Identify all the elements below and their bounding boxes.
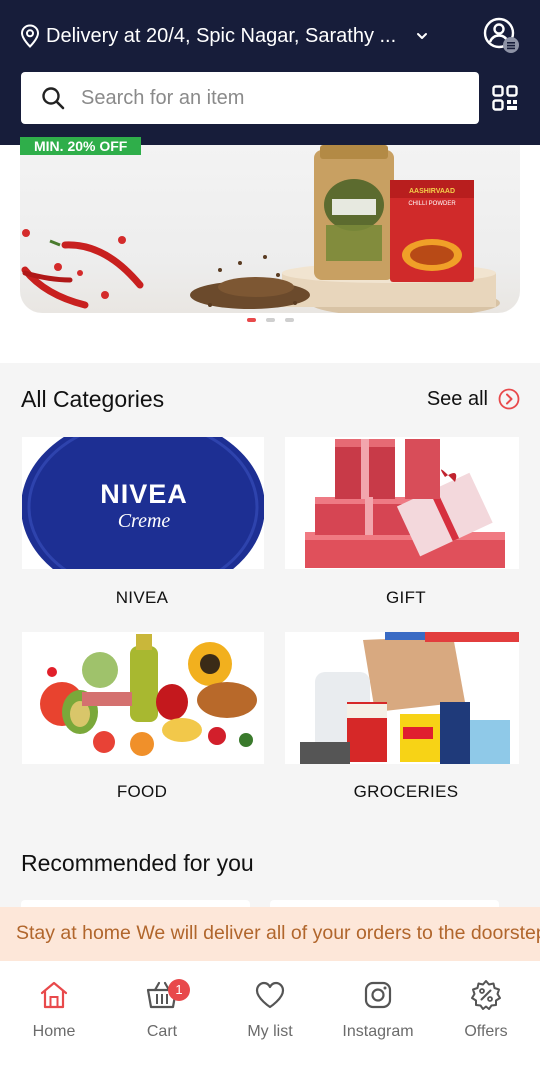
heart-icon [255,981,285,1009]
nav-item-home[interactable]: Home [0,961,108,1066]
promo-banner[interactable]: AASHIRVAAD CHILLI POWDER [20,145,520,313]
product-brand-text: AASHIRVAAD [409,188,455,195]
location-text: Delivery at 20/4, Spic Nagar, Sarathy ..… [46,24,397,47]
nav-label: Cart [146,1023,178,1040]
nav-label: Offers [464,1023,508,1040]
offer-tag: MIN. 20% OFF [20,137,142,155]
cart-badge: 1 [168,979,190,1001]
recommended-title: Recommended for you [21,850,254,876]
qr-scan-icon[interactable] [492,85,518,111]
search-icon [42,87,65,110]
instagram-icon [364,981,392,1009]
nivea-logo-text: NIVEA [100,479,188,509]
category-tile-groceries[interactable] [285,632,519,764]
category-label: GROCERIES [353,782,459,801]
categories-header: All Categories See all [21,382,520,416]
food-image [22,632,264,764]
nav-label: Instagram [342,1023,414,1040]
category-label: NIVEA [115,588,169,607]
carousel-dot[interactable] [265,318,275,322]
location-pin-icon [20,24,40,48]
bottom-navigation: Home 1 Cart My list Instagram Offers [0,961,540,1066]
promo-banner-section: AASHIRVAAD CHILLI POWDER MIN. 20% OFF [0,137,540,363]
search-bar[interactable] [21,72,479,124]
nav-item-instagram[interactable]: Instagram [324,961,432,1066]
nav-label: Home [32,1023,76,1040]
category-tile-food[interactable] [22,632,264,764]
groceries-image [285,632,519,764]
categories-title: All Categories [21,385,165,412]
see-all-label: See all [426,387,488,410]
chevron-down-icon[interactable] [414,28,430,44]
category-tile-nivea[interactable]: NIVEA Creme [22,437,264,569]
product-name-text: CHILLI POWDER [408,201,456,207]
home-icon [40,981,68,1009]
carousel-dot[interactable] [284,318,294,322]
category-label: FOOD [116,782,168,801]
nav-label: My list [247,1023,293,1040]
see-all-link[interactable]: See all [427,388,520,411]
search-input[interactable] [81,86,441,110]
nav-item-my-list[interactable]: My list [216,961,324,1066]
nav-item-offers[interactable]: Offers [432,961,540,1066]
category-label: GIFT [386,588,426,607]
chevron-right-circle-icon [498,388,520,410]
location-selector[interactable]: Delivery at 20/4, Spic Nagar, Sarathy ..… [20,18,520,54]
carousel-dots [0,318,540,322]
nivea-image: NIVEA Creme [22,437,264,569]
banner-image: AASHIRVAAD CHILLI POWDER [21,145,500,313]
announcement-marquee: Stay at home We will deliver all of your… [0,907,540,961]
offers-icon [471,980,501,1010]
marquee-text: Stay at home We will deliver all of your… [16,922,540,944]
nav-item-cart[interactable]: 1 Cart [108,961,216,1066]
carousel-dot[interactable] [246,318,256,322]
gift-image [305,439,505,568]
app-screen: Delivery at 20/4, Spic Nagar, Sarathy ..… [0,0,540,1066]
profile-icon[interactable] [482,16,520,54]
category-tile-gift[interactable] [285,437,519,569]
nivea-logo-sub: Creme [118,510,171,532]
